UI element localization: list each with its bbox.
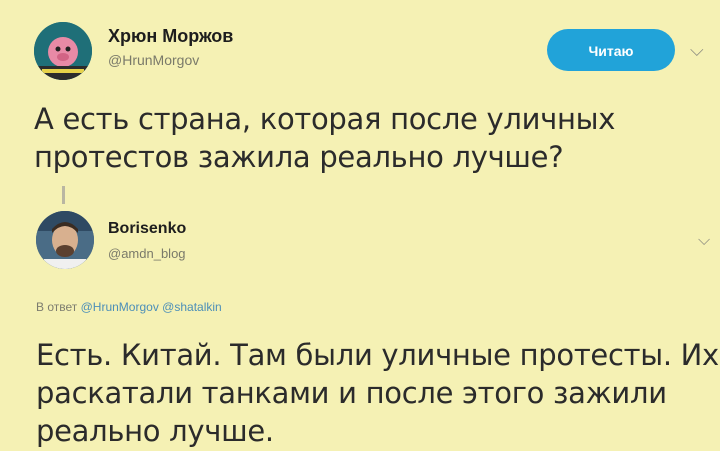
reply-author-name[interactable]: Borisenko [108, 220, 186, 238]
tweet-text: А есть страна, которая после уличных про… [34, 102, 616, 174]
reply-mention-link[interactable]: @shatalkin [162, 300, 222, 314]
chevron-down-icon[interactable]: ⌵ [698, 232, 710, 250]
reply-to-line: В ответ @HrunMorgov @shatalkin [36, 300, 222, 314]
author-avatar[interactable] [34, 22, 92, 80]
reply-prefix: В ответ [36, 300, 78, 314]
thread-line [62, 186, 65, 204]
reply-mention-link[interactable]: @HrunMorgov [81, 300, 159, 314]
follow-button[interactable]: Читаю [547, 29, 675, 71]
reply-text: Есть. Китай. Там были уличные протесты. … [36, 338, 719, 448]
reply-author-handle[interactable]: @amdn_blog [108, 246, 186, 261]
author-name[interactable]: Хрюн Моржов [108, 26, 233, 47]
chevron-down-icon[interactable]: ⌵ [690, 40, 704, 61]
author-handle[interactable]: @HrunMorgov [108, 52, 199, 68]
reply-author-avatar[interactable] [36, 211, 94, 269]
